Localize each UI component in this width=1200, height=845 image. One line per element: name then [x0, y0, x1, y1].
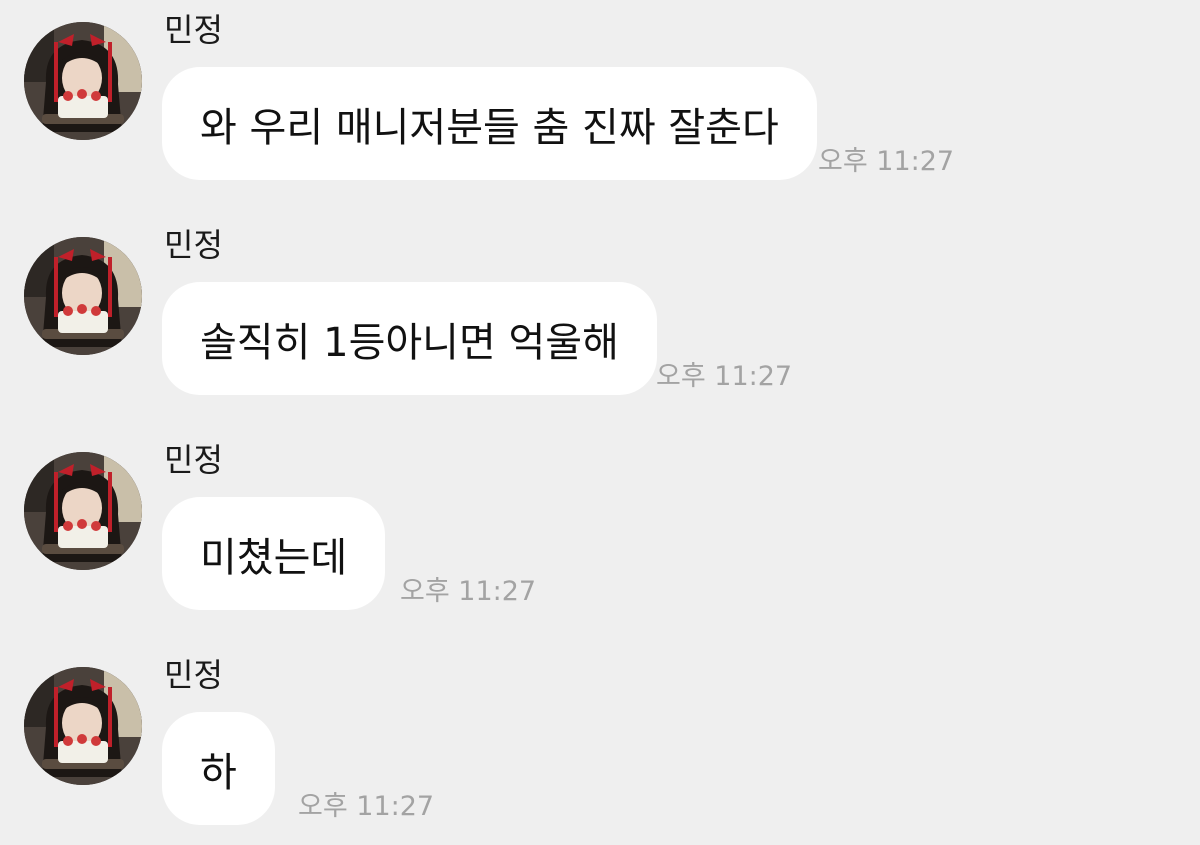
sender-name: 민정: [164, 656, 223, 694]
message-bubble[interactable]: 하: [162, 712, 275, 825]
sender-name: 민정: [164, 441, 223, 479]
message-timestamp: 오후 11:27: [656, 361, 793, 392]
sender-avatar[interactable]: [24, 452, 142, 570]
sender-name: 민정: [164, 226, 223, 264]
sender-avatar[interactable]: [24, 237, 142, 355]
sender-avatar[interactable]: [24, 22, 142, 140]
message-row: 민정 하 오후 11:27: [0, 645, 1200, 845]
message-row: 민정 와 우리 매니저분들 춤 진짜 잘춘다 오후 11:27: [0, 0, 1200, 200]
message-row: 민정 솔직히 1등아니면 억울해 오후 11:27: [0, 215, 1200, 415]
chat-message-list: 민정 와 우리 매니저분들 춤 진짜 잘춘다 오후 11:27 민정 솔직히 1…: [0, 0, 1200, 845]
message-row: 민정 미쳤는데 오후 11:27: [0, 430, 1200, 630]
message-bubble[interactable]: 솔직히 1등아니면 억울해: [162, 282, 657, 395]
message-bubble[interactable]: 와 우리 매니저분들 춤 진짜 잘춘다: [162, 67, 817, 180]
message-timestamp: 오후 11:27: [298, 791, 435, 822]
message-bubble[interactable]: 미쳤는데: [162, 497, 386, 610]
sender-name: 민정: [164, 11, 223, 49]
sender-avatar[interactable]: [24, 667, 142, 785]
message-timestamp: 오후 11:27: [818, 146, 955, 177]
message-timestamp: 오후 11:27: [400, 576, 537, 607]
